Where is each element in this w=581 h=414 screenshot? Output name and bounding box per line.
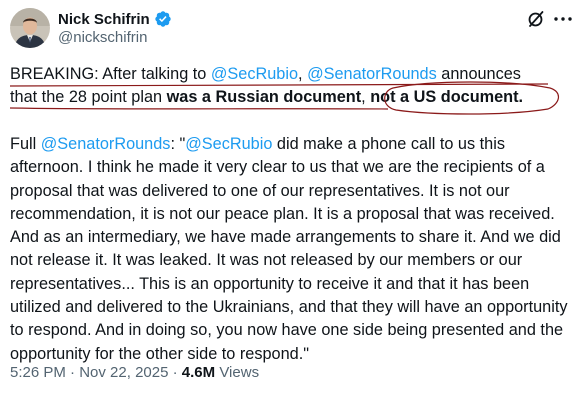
mention-secrubio[interactable]: @SecRubio [211, 65, 298, 83]
verified-badge-icon [155, 11, 171, 27]
views-label: Views [215, 364, 260, 381]
views-count: 4.6M [181, 364, 216, 381]
headline-lead: BREAKING: After talking to [10, 65, 211, 83]
emphasis-russian-document: was a Russian document [166, 88, 362, 107]
emphasis-not-us-document: not a US document. [370, 88, 524, 107]
post-body: Full @SenatorRounds: "@SecRubio did make… [10, 133, 572, 366]
headline-line2-separator: , [361, 88, 371, 107]
tweet: Nick Schifrin @nickschifrin BREAKING: Af… [0, 0, 581, 414]
body-quote-text: did make a phone call to us this afterno… [10, 135, 568, 363]
author-name-row: Nick Schifrin [58, 8, 172, 30]
body-quote-open: : " [170, 135, 186, 153]
post-date[interactable]: Nov 22, 2025 [79, 364, 168, 381]
display-name[interactable]: Nick Schifrin [58, 11, 150, 28]
body-lead: Full [10, 135, 41, 153]
post-headline: BREAKING: After talking to @SecRubio, @S… [10, 63, 572, 110]
meta-dot: · [168, 364, 182, 381]
person-avatar-icon [10, 8, 50, 48]
grok-icon[interactable] [527, 10, 545, 28]
headline-tail: announces [436, 65, 521, 83]
author-handle[interactable]: @nickschifrin [58, 29, 147, 46]
post-meta: 5:26 PM · Nov 22, 2025 · 4.6M Views [10, 364, 259, 381]
mention-senatorrounds-2[interactable]: @SenatorRounds [41, 135, 171, 153]
mention-senatorrounds[interactable]: @SenatorRounds [307, 65, 437, 83]
mention-secrubio-2[interactable]: @SecRubio [185, 135, 272, 153]
avatar[interactable] [10, 8, 50, 48]
headline-line2-lead: that the 28 point plan [10, 88, 167, 107]
headline-separator: , [298, 65, 308, 83]
post-time[interactable]: 5:26 PM [10, 364, 66, 381]
meta-dot: · [65, 364, 80, 381]
more-options-icon[interactable] [554, 17, 572, 21]
